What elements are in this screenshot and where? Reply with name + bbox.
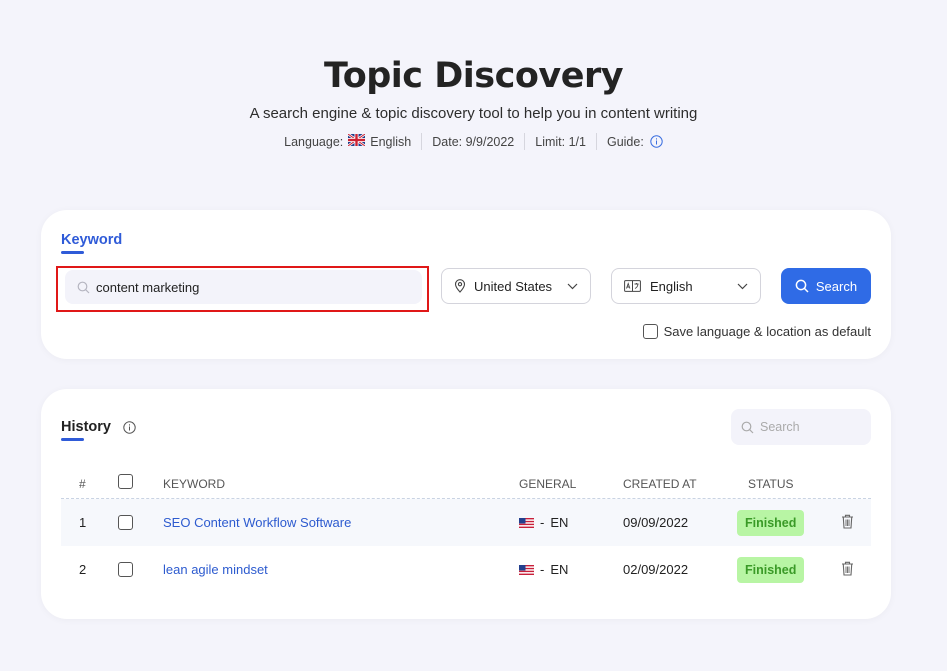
search-icon — [77, 281, 90, 294]
tab-keyword[interactable]: Keyword — [61, 232, 122, 254]
search-button[interactable]: Search — [781, 268, 871, 304]
col-status: STATUS — [748, 477, 794, 491]
meta-guide: Guide: — [595, 133, 673, 150]
history-title: History — [61, 419, 111, 441]
select-all-checkbox[interactable] — [118, 474, 133, 489]
save-default-label: Save language & location as default — [663, 324, 871, 339]
row-lang: EN — [550, 562, 569, 577]
row-lang: EN — [550, 515, 569, 530]
location-pin-icon — [454, 279, 466, 293]
row-keyword-link[interactable]: SEO Content Workflow Software — [163, 515, 351, 530]
chevron-down-icon — [567, 283, 578, 290]
row-keyword-link[interactable]: lean agile mindset — [163, 562, 268, 577]
row-created-at: 02/09/2022 — [623, 562, 689, 577]
trash-icon[interactable] — [841, 561, 854, 579]
history-search-input[interactable] — [760, 420, 860, 434]
language-select[interactable]: English — [611, 268, 761, 304]
keyword-search-input[interactable] — [96, 279, 396, 295]
row-checkbox[interactable] — [118, 515, 133, 530]
us-flag-icon — [519, 564, 534, 575]
status-badge: Finished — [737, 557, 805, 583]
table-row: 2 lean agile mindset - EN 02/09/2022 Fin… — [61, 546, 871, 593]
search-icon — [741, 421, 754, 434]
chevron-down-icon — [737, 283, 748, 290]
table-header: # KEYWORD GENERAL CREATED AT STATUS — [61, 465, 871, 499]
country-select[interactable]: United States — [441, 268, 591, 304]
language-label: Language: — [284, 134, 344, 149]
page-subtitle: A search engine & topic discovery tool t… — [249, 105, 698, 122]
info-icon[interactable] — [123, 421, 136, 439]
search-button-label: Search — [815, 278, 858, 294]
meta-date: Date: 9/9/2022 — [421, 133, 524, 150]
col-keyword[interactable]: KEYWORD — [163, 477, 225, 491]
status-badge: Finished — [737, 510, 805, 536]
meta-row: Language: English Date: 9/9/2022 Limit: … — [0, 132, 947, 150]
row-number: 1 — [79, 515, 87, 530]
guide-label: Guide: — [606, 134, 644, 149]
page-title: Topic Discovery — [323, 56, 624, 96]
row-number: 2 — [79, 562, 87, 577]
row-general: - EN — [519, 562, 568, 577]
save-default-checkbox[interactable] — [642, 324, 658, 339]
col-general: GENERAL — [519, 477, 577, 491]
row-general: - EN — [519, 515, 568, 530]
language-select-value: English — [650, 278, 693, 294]
save-default-row: Save language & location as default — [642, 324, 871, 339]
keyword-card: Keyword United States — [41, 210, 891, 359]
search-icon — [795, 279, 809, 293]
col-number: # — [79, 477, 86, 491]
limit-label: Limit: 1/1 — [535, 134, 586, 149]
table-row: 1 SEO Content Workflow Software - EN 09/… — [61, 499, 871, 546]
translate-icon — [624, 280, 641, 292]
col-created-at[interactable]: CREATED AT — [623, 477, 697, 491]
guide-info-icon[interactable] — [650, 135, 663, 148]
history-search-field[interactable] — [731, 409, 871, 445]
row-checkbox[interactable] — [118, 562, 133, 577]
language-value: English — [370, 134, 412, 149]
uk-flag-icon — [347, 132, 366, 149]
keyword-search-field[interactable] — [65, 270, 422, 304]
date-label: Date: 9/9/2022 — [432, 134, 515, 149]
history-card: History # KEYWORD GENERAL CREATED AT STA… — [41, 389, 891, 619]
country-select-value: United States — [474, 278, 553, 294]
trash-icon[interactable] — [841, 514, 854, 532]
row-created-at: 09/09/2022 — [623, 515, 689, 530]
meta-language: Language: English — [274, 132, 421, 150]
us-flag-icon — [519, 517, 534, 528]
meta-limit: Limit: 1/1 — [524, 133, 596, 150]
